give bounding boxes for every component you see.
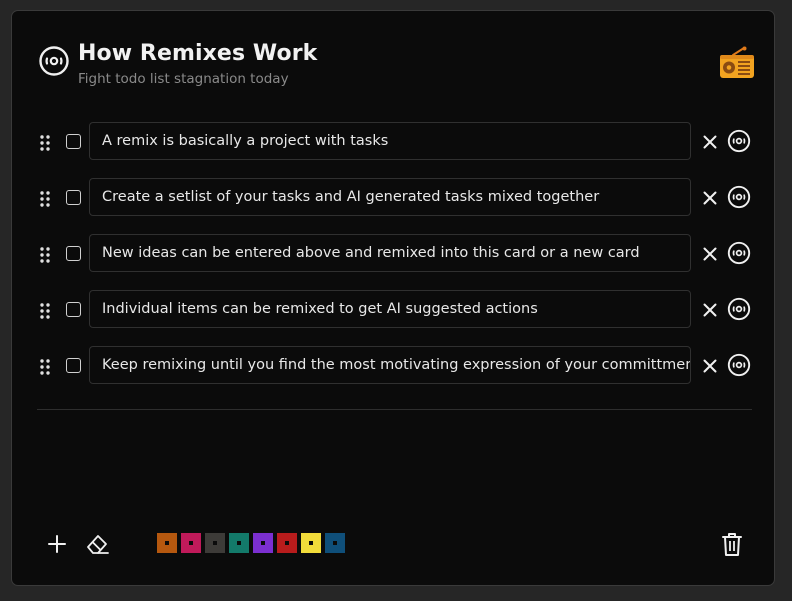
drag-handle-icon[interactable] [40,191,50,207]
card-subtitle: Fight todo list stagnation today [78,71,289,87]
drag-handle-icon[interactable] [40,135,50,151]
eraser-icon[interactable] [85,532,111,556]
color-swatch[interactable] [157,533,177,553]
task-row: New ideas can be entered above and remix… [12,234,776,274]
close-icon[interactable] [702,190,718,206]
remix-disc-icon[interactable] [38,45,70,77]
close-icon[interactable] [702,302,718,318]
remix-disc-icon[interactable] [727,241,751,265]
task-input[interactable]: Keep remixing until you find the most mo… [89,346,691,384]
close-icon[interactable] [702,358,718,374]
task-input[interactable]: Individual items can be remixed to get A… [89,290,691,328]
color-swatch[interactable] [229,533,249,553]
task-input[interactable]: New ideas can be entered above and remix… [89,234,691,272]
close-icon[interactable] [702,134,718,150]
task-row: Individual items can be remixed to get A… [12,290,776,330]
color-swatch[interactable] [301,533,321,553]
task-row: Create a setlist of your tasks and AI ge… [12,178,776,218]
task-checkbox[interactable] [66,302,81,317]
todo-card: How Remixes Work Fight todo list stagnat… [11,10,775,586]
remix-disc-icon[interactable] [727,353,751,377]
drag-handle-icon[interactable] [40,359,50,375]
color-swatch[interactable] [277,533,297,553]
plus-icon[interactable] [47,534,67,554]
trash-icon[interactable] [721,531,743,557]
color-swatch[interactable] [253,533,273,553]
remix-disc-icon[interactable] [727,185,751,209]
color-swatch[interactable] [325,533,345,553]
task-input[interactable]: A remix is basically a project with task… [89,122,691,160]
drag-handle-icon[interactable] [40,303,50,319]
task-checkbox[interactable] [66,246,81,261]
task-input[interactable]: Create a setlist of your tasks and AI ge… [89,178,691,216]
card-title: How Remixes Work [78,41,318,66]
close-icon[interactable] [702,246,718,262]
drag-handle-icon[interactable] [40,247,50,263]
task-checkbox[interactable] [66,358,81,373]
task-checkbox[interactable] [66,134,81,149]
color-swatch[interactable] [181,533,201,553]
radio-icon [720,46,754,78]
color-swatch[interactable] [205,533,225,553]
task-row: A remix is basically a project with task… [12,122,776,162]
divider [37,409,752,410]
task-row: Keep remixing until you find the most mo… [12,346,776,386]
remix-disc-icon[interactable] [727,297,751,321]
task-checkbox[interactable] [66,190,81,205]
remix-disc-icon[interactable] [727,129,751,153]
color-swatches [157,533,345,553]
